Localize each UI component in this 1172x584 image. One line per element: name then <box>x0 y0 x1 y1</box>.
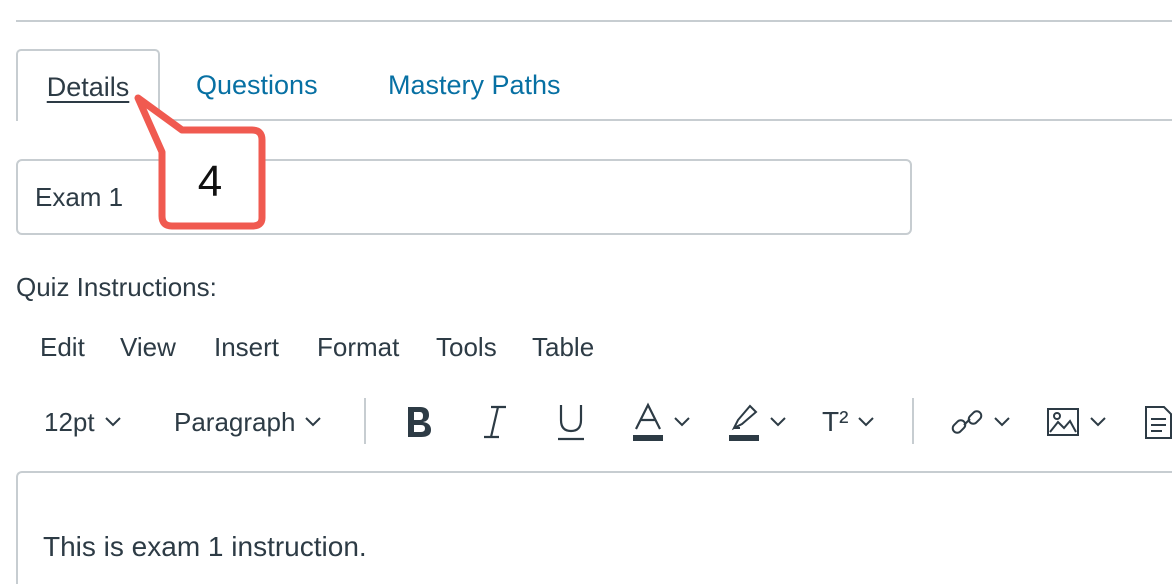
block-format-value: Paragraph <box>174 406 296 437</box>
rich-text-editor[interactable]: This is exam 1 instruction. <box>16 471 1172 584</box>
chevron-down-icon <box>1090 417 1106 427</box>
menu-table[interactable]: Table <box>532 320 594 374</box>
italic-icon <box>484 405 506 439</box>
image-button[interactable] <box>1046 392 1106 452</box>
quiz-title-value: Exam 1 <box>35 182 124 212</box>
superscript-icon: T² <box>822 406 849 437</box>
editor-toolbar: 12pt Paragraph T² <box>16 392 1172 452</box>
underline-button[interactable] <box>556 392 586 452</box>
block-format-select[interactable]: Paragraph <box>174 392 322 452</box>
editor-content: This is exam 1 instruction. <box>43 531 367 562</box>
callout-number: 4 <box>197 157 223 206</box>
font-size-select[interactable]: 12pt <box>44 392 121 452</box>
tab-details-label: Details <box>46 72 130 102</box>
image-icon <box>1047 408 1079 436</box>
top-divider <box>16 20 1172 22</box>
bold-button[interactable] <box>404 392 434 452</box>
link-button[interactable] <box>950 392 1010 452</box>
highlight-color-button[interactable] <box>728 392 786 452</box>
chevron-down-icon <box>674 417 690 427</box>
chevron-down-icon <box>858 417 875 427</box>
chevron-down-icon <box>994 417 1010 427</box>
link-icon <box>951 410 983 434</box>
toolbar-separator <box>912 398 914 444</box>
chevron-down-icon <box>770 417 786 427</box>
menu-view[interactable]: View <box>120 320 176 374</box>
menu-tools[interactable]: Tools <box>436 320 497 374</box>
superscript-button[interactable]: T² <box>822 392 875 452</box>
quiz-instructions-label: Quiz Instructions: <box>16 272 217 302</box>
bold-icon <box>408 407 431 437</box>
chevron-down-icon <box>104 417 121 427</box>
tab-questions[interactable]: Questions <box>196 49 318 121</box>
tab-details[interactable]: Details <box>16 49 160 121</box>
text-color-icon <box>633 402 663 441</box>
document-button[interactable] <box>1144 392 1172 452</box>
text-color-button[interactable] <box>632 392 690 452</box>
tab-baseline <box>16 119 1172 121</box>
quiz-title-input[interactable]: Exam 1 <box>16 159 912 235</box>
font-size-value: 12pt <box>44 406 95 437</box>
toolbar-separator <box>364 398 366 444</box>
highlight-icon <box>729 404 759 441</box>
italic-button[interactable] <box>482 392 508 452</box>
tab-questions-label: Questions <box>196 70 318 100</box>
menu-format[interactable]: Format <box>317 320 399 374</box>
menu-insert[interactable]: Insert <box>214 320 279 374</box>
menu-edit[interactable]: Edit <box>40 320 85 374</box>
document-icon <box>1145 406 1172 439</box>
underline-icon <box>558 405 584 441</box>
chevron-down-icon <box>305 417 322 427</box>
quiz-tabs: Details Questions Mastery Paths <box>16 49 1172 121</box>
tab-mastery-paths[interactable]: Mastery Paths <box>388 49 561 121</box>
tab-mastery-paths-label: Mastery Paths <box>388 70 561 100</box>
